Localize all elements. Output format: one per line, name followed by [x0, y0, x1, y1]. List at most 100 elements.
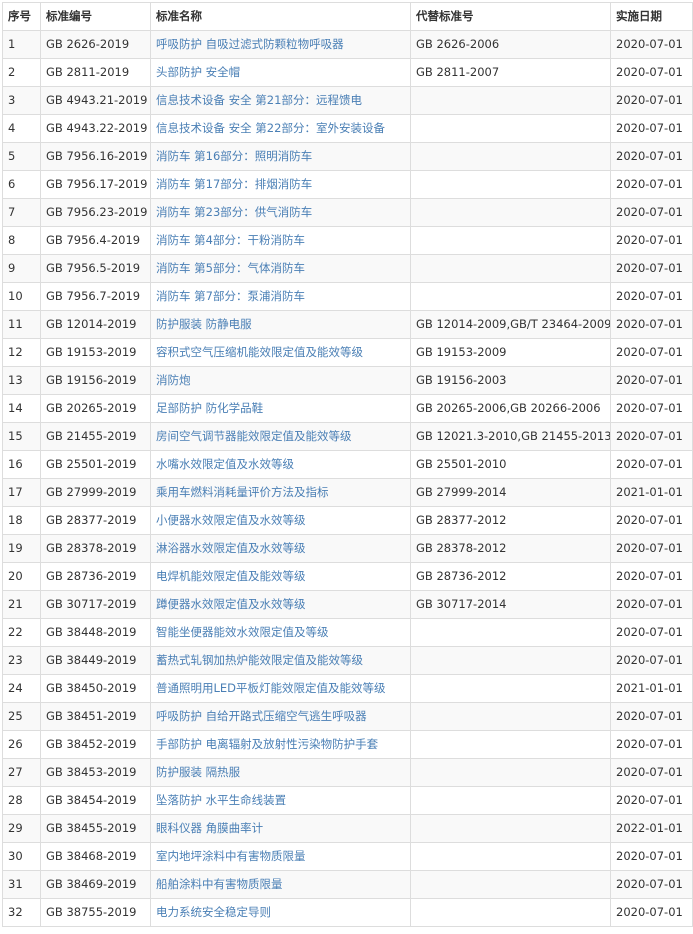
standard-name-link[interactable]: 电力系统安全稳定导则 — [156, 905, 271, 919]
cell-date: 2020-07-01 — [610, 58, 693, 87]
cell-name: 蓄热式轧钢加热炉能效限定值及能效等级 — [150, 646, 411, 675]
standard-name-link[interactable]: 乘用车燃料消耗量评价方法及指标 — [156, 485, 329, 499]
cell-date: 2020-07-01 — [610, 282, 693, 311]
table-row: 26 GB 38452-2019 手部防护 电离辐射及放射性污染物防护手套 2020-… — [2, 730, 693, 759]
cell-replaces — [410, 618, 611, 647]
standard-name-link[interactable]: 船舶涂料中有害物质限量 — [156, 877, 283, 891]
cell-date: 2020-07-01 — [610, 590, 693, 619]
standard-name-link[interactable]: 坠落防护 水平生命线装置 — [156, 793, 286, 807]
standard-name-link[interactable]: 小便器水效限定值及水效等级 — [156, 513, 306, 527]
table-row: 21 GB 30717-2019 蹲便器水效限定值及水效等级 GB 30717-201… — [2, 590, 693, 619]
header-date: 实施日期 — [610, 2, 693, 31]
cell-code: GB 38452-2019 — [40, 730, 151, 759]
cell-name: 消防车 第23部分：供气消防车 — [150, 198, 411, 227]
cell-date: 2020-07-01 — [610, 422, 693, 451]
standard-name-link[interactable]: 容积式空气压缩机能效限定值及能效等级 — [156, 345, 363, 359]
table-row: 28 GB 38454-2019 坠落防护 水平生命线装置 2020-07-01 — [2, 786, 693, 815]
standard-name-link[interactable]: 蓄热式轧钢加热炉能效限定值及能效等级 — [156, 653, 363, 667]
cell-seq: 25 — [2, 702, 41, 731]
cell-date: 2020-07-01 — [610, 870, 693, 899]
standard-name-link[interactable]: 消防车 第16部分：照明消防车 — [156, 149, 312, 163]
standard-name-link[interactable]: 消防车 第5部分：气体消防车 — [156, 261, 305, 275]
cell-date: 2020-07-01 — [610, 86, 693, 115]
standard-name-link[interactable]: 普通照明用LED平板灯能效限定值及能效等级 — [156, 681, 386, 695]
cell-code: GB 38449-2019 — [40, 646, 151, 675]
cell-name: 坠落防护 水平生命线装置 — [150, 786, 411, 815]
standard-name-link[interactable]: 消防车 第7部分：泵浦消防车 — [156, 289, 305, 303]
cell-name: 消防车 第4部分：干粉消防车 — [150, 226, 411, 255]
cell-date: 2020-07-01 — [610, 702, 693, 731]
cell-replaces — [410, 674, 611, 703]
cell-date: 2020-07-01 — [610, 730, 693, 759]
standard-name-link[interactable]: 消防车 第4部分：干粉消防车 — [156, 233, 305, 247]
standard-name-link[interactable]: 智能坐便器能效水效限定值及等级 — [156, 625, 329, 639]
cell-name: 智能坐便器能效水效限定值及等级 — [150, 618, 411, 647]
standard-name-link[interactable]: 电焊机能效限定值及能效等级 — [156, 569, 306, 583]
standard-name-link[interactable]: 消防车 第17部分：排烟消防车 — [156, 177, 312, 191]
cell-code: GB 20265-2019 — [40, 394, 151, 423]
standard-name-link[interactable]: 蹲便器水效限定值及水效等级 — [156, 597, 306, 611]
cell-seq: 14 — [2, 394, 41, 423]
cell-code: GB 21455-2019 — [40, 422, 151, 451]
standard-name-link[interactable]: 水嘴水效限定值及水效等级 — [156, 457, 294, 471]
standard-name-link[interactable]: 呼吸防护 自给开路式压缩空气逃生呼吸器 — [156, 709, 367, 723]
table-row: 4 GB 4943.22-2019 信息技术设备 安全 第22部分：室外安装设备 20… — [2, 114, 693, 143]
cell-code: GB 38450-2019 — [40, 674, 151, 703]
cell-code: GB 2626-2019 — [40, 30, 151, 59]
cell-replaces: GB 19156-2003 — [410, 366, 611, 395]
table-row: 16 GB 25501-2019 水嘴水效限定值及水效等级 GB 25501-2010… — [2, 450, 693, 479]
header-replaces: 代替标准号 — [410, 2, 611, 31]
cell-code: GB 7956.17-2019 — [40, 170, 151, 199]
standard-name-link[interactable]: 眼科仪器 角膜曲率计 — [156, 821, 263, 835]
cell-replaces — [410, 142, 611, 171]
cell-name: 室内地坪涂料中有害物质限量 — [150, 842, 411, 871]
cell-code: GB 7956.23-2019 — [40, 198, 151, 227]
standard-name-link[interactable]: 头部防护 安全帽 — [156, 65, 240, 79]
cell-name: 消防炮 — [150, 366, 411, 395]
cell-code: GB 19156-2019 — [40, 366, 151, 395]
standard-name-link[interactable]: 防护服装 防静电服 — [156, 317, 252, 331]
cell-name: 消防车 第7部分：泵浦消防车 — [150, 282, 411, 311]
standard-name-link[interactable]: 信息技术设备 安全 第21部分：远程馈电 — [156, 93, 362, 107]
cell-date: 2020-07-01 — [610, 310, 693, 339]
standard-name-link[interactable]: 淋浴器水效限定值及水效等级 — [156, 541, 306, 555]
cell-name: 水嘴水效限定值及水效等级 — [150, 450, 411, 479]
standard-name-link[interactable]: 室内地坪涂料中有害物质限量 — [156, 849, 306, 863]
table-row: 7 GB 7956.23-2019 消防车 第23部分：供气消防车 2020-07-0… — [2, 198, 693, 227]
cell-seq: 31 — [2, 870, 41, 899]
cell-date: 2020-07-01 — [610, 338, 693, 367]
standard-name-link[interactable]: 防护服装 隔热服 — [156, 765, 240, 779]
standard-name-link[interactable]: 呼吸防护 自吸过滤式防颗粒物呼吸器 — [156, 37, 344, 51]
cell-name: 淋浴器水效限定值及水效等级 — [150, 534, 411, 563]
cell-replaces: GB 12021.3-2010,GB 21455-2013 — [410, 422, 611, 451]
cell-date: 2020-07-01 — [610, 226, 693, 255]
standard-name-link[interactable]: 手部防护 电离辐射及放射性污染物防护手套 — [156, 737, 378, 751]
standard-name-link[interactable]: 信息技术设备 安全 第22部分：室外安装设备 — [156, 121, 385, 135]
cell-name: 足部防护 防化学品鞋 — [150, 394, 411, 423]
standard-name-link[interactable]: 足部防护 防化学品鞋 — [156, 401, 263, 415]
cell-name: 呼吸防护 自给开路式压缩空气逃生呼吸器 — [150, 702, 411, 731]
standard-name-link[interactable]: 房间空气调节器能效限定值及能效等级 — [156, 429, 352, 443]
table-row: 13 GB 19156-2019 消防炮 GB 19156-2003 2020-07-0… — [2, 366, 693, 395]
cell-name: 防护服装 隔热服 — [150, 758, 411, 787]
table-row: 5 GB 7956.16-2019 消防车 第16部分：照明消防车 2020-07-0… — [2, 142, 693, 171]
table-row: 15 GB 21455-2019 房间空气调节器能效限定值及能效等级 GB 12021… — [2, 422, 693, 451]
cell-code: GB 38455-2019 — [40, 814, 151, 843]
cell-date: 2022-01-01 — [610, 814, 693, 843]
cell-date: 2020-07-01 — [610, 842, 693, 871]
table-row: 25 GB 38451-2019 呼吸防护 自给开路式压缩空气逃生呼吸器 2020-0… — [2, 702, 693, 731]
cell-replaces: GB 30717-2014 — [410, 590, 611, 619]
table-row: 31 GB 38469-2019 船舶涂料中有害物质限量 2020-07-01 — [2, 870, 693, 899]
cell-code: GB 28736-2019 — [40, 562, 151, 591]
cell-name: 容积式空气压缩机能效限定值及能效等级 — [150, 338, 411, 367]
standard-name-link[interactable]: 消防炮 — [156, 373, 191, 387]
table-row: 14 GB 20265-2019 足部防护 防化学品鞋 GB 20265-2006,G… — [2, 394, 693, 423]
cell-code: GB 19153-2019 — [40, 338, 151, 367]
table-row: 24 GB 38450-2019 普通照明用LED平板灯能效限定值及能效等级 2021… — [2, 674, 693, 703]
cell-seq: 2 — [2, 58, 41, 87]
cell-code: GB 28377-2019 — [40, 506, 151, 535]
standard-name-link[interactable]: 消防车 第23部分：供气消防车 — [156, 205, 312, 219]
cell-name: 电焊机能效限定值及能效等级 — [150, 562, 411, 591]
cell-seq: 4 — [2, 114, 41, 143]
cell-code: GB 38451-2019 — [40, 702, 151, 731]
